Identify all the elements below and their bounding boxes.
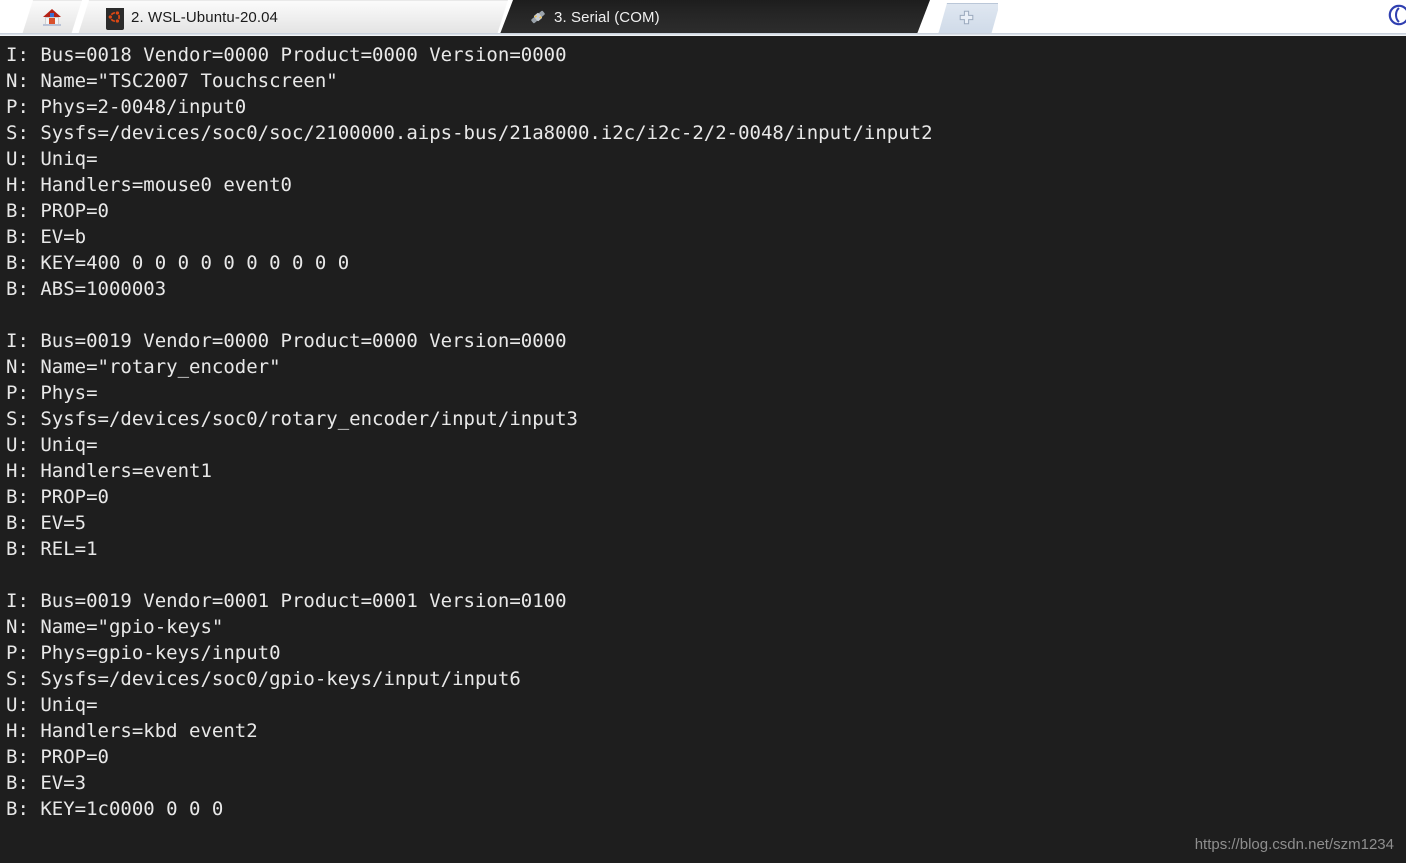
terminal-line: U: Uniq= [6,148,98,170]
terminal-line: B: PROP=0 [6,746,109,768]
tab-home[interactable] [22,0,82,34]
terminal-line: N: Name="rotary_encoder" [6,356,281,378]
terminal-line: N: Name="TSC2007 Touchscreen" [6,70,338,92]
tab-serial-com[interactable]: 3. Serial (COM) [500,0,930,34]
terminal-line: B: EV=3 [6,772,87,794]
terminal-line: U: Uniq= [6,434,98,456]
terminal-line: S: Sysfs=/devices/soc0/gpio-keys/input/i… [6,668,521,690]
watermark: https://blog.csdn.net/szm1234 [1194,836,1394,853]
terminal-line: B: PROP=0 [6,200,109,222]
terminal-line: S: Sysfs=/devices/soc0/rotary_encoder/in… [6,408,578,430]
terminal-line: B: PROP=0 [6,486,109,508]
terminal-line: N: Name="gpio-keys" [6,616,224,638]
ubuntu-icon [106,8,124,30]
terminal-line: H: Handlers=event1 [6,460,212,482]
terminal-line: B: KEY=1c0000 0 0 0 [6,798,224,820]
tab-wsl-ubuntu[interactable]: 2. WSL-Ubuntu-20.04 [78,0,508,34]
terminal-line: B: KEY=400 0 0 0 0 0 0 0 0 0 0 [6,252,350,274]
terminal-line: P: Phys= [6,382,98,404]
terminal-line: B: EV=b [6,226,87,248]
terminal-output[interactable]: I: Bus=0018 Vendor=0000 Product=0000 Ver… [0,36,1406,863]
app-logo-icon[interactable] [1388,4,1406,26]
tab-bar: 2. WSL-Ubuntu-20.04 3. Serial (COM) [0,0,1406,36]
terminal-window: 2. WSL-Ubuntu-20.04 3. Serial (COM) I: B… [0,0,1406,863]
terminal-line: I: Bus=0018 Vendor=0000 Product=0000 Ver… [6,44,567,66]
terminal-line: I: Bus=0019 Vendor=0000 Product=0000 Ver… [6,330,567,352]
terminal-line: P: Phys=2-0048/input0 [6,96,247,118]
terminal-line: B: ABS=1000003 [6,278,167,300]
terminal-line: H: Handlers=kbd event2 [6,720,258,742]
terminal-line: B: REL=1 [6,538,98,560]
terminal-line: S: Sysfs=/devices/soc0/soc/2100000.aips-… [6,122,933,144]
home-icon [43,8,61,26]
terminal-line: U: Uniq= [6,694,98,716]
tab-wsl-label: 2. WSL-Ubuntu-20.04 [131,8,278,26]
serial-plug-icon [529,8,547,26]
terminal-line: B: EV=5 [6,512,87,534]
terminal-line: I: Bus=0019 Vendor=0001 Product=0001 Ver… [6,590,567,612]
terminal-line: P: Phys=gpio-keys/input0 [6,642,281,664]
tab-serial-label: 3. Serial (COM) [554,8,660,26]
terminal-line: H: Handlers=mouse0 event0 [6,174,292,196]
plus-icon [959,10,977,28]
new-tab-button[interactable] [938,3,998,34]
